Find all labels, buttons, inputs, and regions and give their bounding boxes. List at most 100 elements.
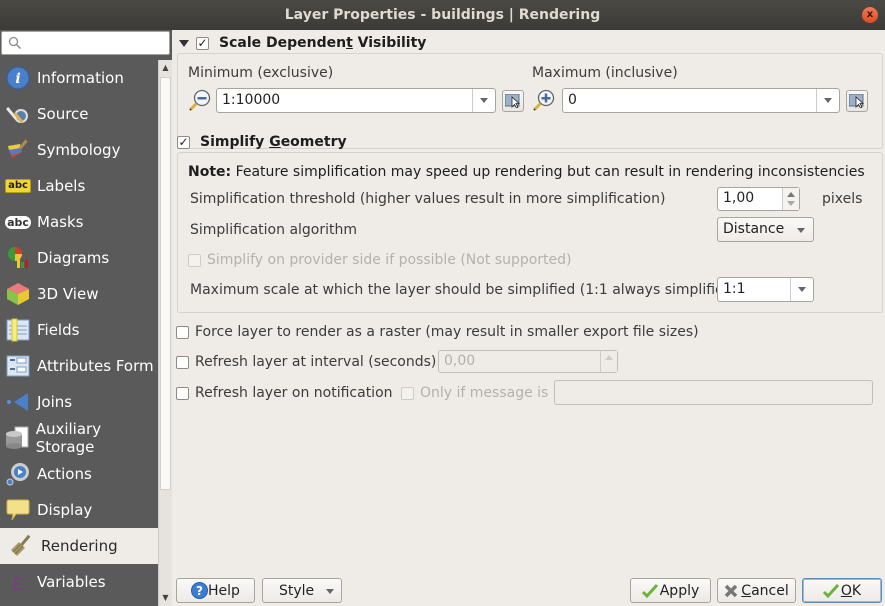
sidebar-item-attributes-form[interactable]: Attributes Form bbox=[0, 348, 158, 384]
source-icon bbox=[5, 101, 31, 127]
sidebar-item-auxiliary-storage[interactable]: Auxiliary Storage bbox=[0, 420, 158, 456]
sidebar-item-label: Information bbox=[37, 69, 124, 87]
scale-visibility-header: ✓ Scale Dependent Visibility bbox=[179, 35, 426, 51]
sidebar-item-label: Actions bbox=[37, 465, 92, 483]
sidebar-nav: i Information Source Symbology abc Label… bbox=[0, 60, 158, 606]
labels-icon: abc bbox=[5, 173, 31, 199]
max-scale-combo[interactable]: 1:1 bbox=[717, 277, 814, 302]
sidebar-item-joins[interactable]: Joins bbox=[0, 384, 158, 420]
sidebar-item-display[interactable]: Display bbox=[0, 492, 158, 528]
style-button[interactable]: Style bbox=[262, 578, 342, 603]
diagrams-icon bbox=[5, 245, 31, 271]
ok-button[interactable]: OK bbox=[802, 578, 882, 603]
title-bar: Layer Properties - buildings | Rendering… bbox=[0, 0, 885, 30]
maximum-scale-combo[interactable]: 0 bbox=[562, 88, 840, 113]
map-canvas-cursor-icon bbox=[505, 94, 521, 108]
masks-icon: abc bbox=[5, 215, 31, 229]
simplify-geometry-header: ✓ Simplify Geometry bbox=[177, 134, 347, 150]
sidebar-scrollbar[interactable]: ▲ ▼ bbox=[158, 60, 172, 606]
scale-visibility-title: Scale Dependent Visibility bbox=[219, 35, 427, 51]
sidebar-item-label: Display bbox=[37, 501, 93, 519]
sidebar-item-label: Source bbox=[37, 105, 89, 123]
zoom-in-icon bbox=[533, 89, 555, 111]
close-icon: x bbox=[866, 9, 874, 20]
chevron-down-icon[interactable] bbox=[816, 89, 839, 112]
actions-icon bbox=[5, 461, 31, 487]
cancel-icon bbox=[725, 584, 738, 597]
force-raster-option: Force layer to render as a raster (may r… bbox=[176, 324, 699, 340]
map-canvas-cursor-icon bbox=[849, 94, 865, 108]
threshold-unit: pixels bbox=[822, 191, 863, 207]
help-button[interactable]: ? Help bbox=[176, 578, 255, 603]
threshold-spinbox[interactable]: 1,00 bbox=[717, 187, 800, 211]
simplify-geometry-title: Simplify Geometry bbox=[200, 134, 347, 150]
cancel-button[interactable]: Cancel bbox=[717, 578, 796, 603]
sidebar-item-label: Attributes Form bbox=[37, 357, 154, 375]
sidebar-search-input[interactable] bbox=[1, 31, 170, 55]
checkmark-icon bbox=[822, 583, 839, 598]
provider-side-checkbox[interactable] bbox=[188, 253, 201, 267]
sidebar-item-variables[interactable]: ε Variables bbox=[0, 564, 158, 600]
scale-visibility-checkbox[interactable]: ✓ bbox=[196, 36, 209, 50]
collapse-icon[interactable] bbox=[179, 39, 189, 47]
zoom-out-icon bbox=[189, 89, 211, 111]
scroll-up-icon[interactable]: ▲ bbox=[161, 62, 170, 74]
refresh-notification-option: Refresh layer on notification bbox=[176, 385, 393, 401]
attributes-form-icon bbox=[5, 353, 31, 379]
only-if-message-checkbox[interactable] bbox=[401, 386, 414, 400]
search-icon bbox=[8, 36, 22, 50]
simplify-note: Note: Feature simplification may speed u… bbox=[188, 164, 865, 180]
force-raster-checkbox[interactable] bbox=[176, 325, 189, 339]
apply-button[interactable]: Apply bbox=[630, 578, 711, 603]
svg-text:i: i bbox=[15, 71, 20, 87]
sidebar-item-labels[interactable]: abc Labels bbox=[0, 168, 158, 204]
provider-side-option: Simplify on provider side if possible (N… bbox=[188, 252, 572, 268]
algorithm-label: Simplification algorithm bbox=[190, 222, 358, 238]
refresh-interval-checkbox[interactable] bbox=[176, 355, 189, 369]
auxiliary-storage-icon bbox=[5, 425, 30, 451]
refresh-interval-option: Refresh layer at interval (seconds) bbox=[176, 354, 436, 370]
sidebar-item-rendering[interactable]: Rendering bbox=[0, 528, 158, 564]
minimum-scale-combo[interactable]: 1:10000 bbox=[216, 88, 496, 113]
sidebar-item-label: Variables bbox=[37, 573, 106, 591]
joins-icon bbox=[5, 389, 31, 415]
simplify-geometry-checkbox[interactable]: ✓ bbox=[177, 135, 190, 149]
maximum-label: Maximum (inclusive) bbox=[532, 65, 678, 81]
threshold-label: Simplification threshold (higher values … bbox=[190, 191, 666, 207]
sidebar-item-label: Auxiliary Storage bbox=[35, 420, 102, 456]
sidebar-item-information[interactable]: i Information bbox=[0, 60, 158, 96]
sidebar-item-label: Joins bbox=[37, 393, 73, 411]
checkmark-icon bbox=[641, 583, 658, 598]
spin-arrows[interactable] bbox=[600, 351, 617, 372]
scroll-down-icon[interactable]: ▼ bbox=[161, 592, 170, 604]
sidebar-item-symbology[interactable]: Symbology bbox=[0, 132, 158, 168]
refresh-notification-checkbox[interactable] bbox=[176, 386, 189, 400]
help-icon: ? bbox=[191, 582, 209, 599]
sidebar-item-diagrams[interactable]: Diagrams bbox=[0, 240, 158, 276]
set-maximum-current-scale-button[interactable] bbox=[846, 90, 868, 112]
symbology-icon bbox=[5, 137, 31, 163]
sidebar: i Information Source Symbology abc Label… bbox=[0, 30, 172, 606]
chevron-down-icon[interactable] bbox=[472, 89, 495, 112]
3d-view-icon bbox=[5, 281, 31, 307]
window-title: Layer Properties - buildings | Rendering bbox=[284, 7, 601, 23]
scrollbar-thumb[interactable] bbox=[160, 77, 171, 490]
sidebar-item-actions[interactable]: Actions bbox=[0, 456, 158, 492]
spin-arrows[interactable] bbox=[782, 188, 799, 210]
set-minimum-current-scale-button[interactable] bbox=[502, 90, 524, 112]
information-icon: i bbox=[5, 65, 31, 91]
close-button[interactable]: x bbox=[862, 7, 878, 23]
chevron-down-icon[interactable] bbox=[790, 278, 813, 301]
sidebar-item-label: Diagrams bbox=[37, 249, 110, 267]
refresh-interval-spinbox[interactable]: 0,00 bbox=[438, 350, 618, 373]
sidebar-item-source[interactable]: Source bbox=[0, 96, 158, 132]
sidebar-item-label: Symbology bbox=[37, 141, 121, 159]
sidebar-item-fields[interactable]: Fields bbox=[0, 312, 158, 348]
algorithm-combo[interactable]: Distance bbox=[717, 217, 814, 242]
max-scale-label: Maximum scale at which the layer should … bbox=[190, 282, 737, 298]
chevron-down-icon bbox=[326, 589, 334, 594]
only-if-message-input[interactable] bbox=[554, 380, 873, 405]
sidebar-item-label: 3D View bbox=[37, 285, 99, 303]
sidebar-item-3d-view[interactable]: 3D View bbox=[0, 276, 158, 312]
sidebar-item-masks[interactable]: abc Masks bbox=[0, 204, 158, 240]
